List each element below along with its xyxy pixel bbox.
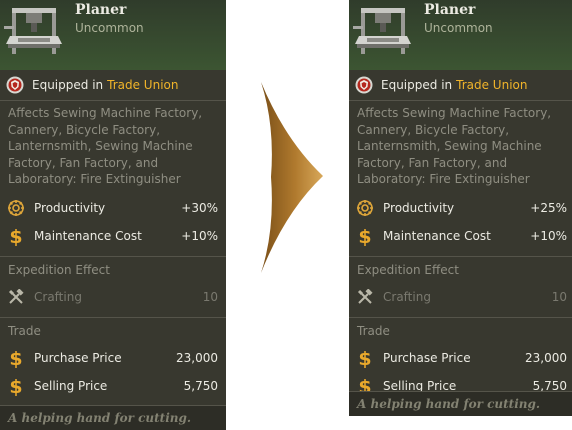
expedition-section-title: Expedition Effect	[0, 255, 226, 283]
trade-section-title: Trade	[349, 316, 572, 344]
stat-value: +30%	[181, 200, 218, 215]
svg-text:$: $	[358, 226, 371, 246]
stat-label: Productivity	[383, 200, 455, 215]
faction-shield-icon	[355, 76, 373, 94]
stat-row-crafting: Crafting 10	[349, 283, 572, 311]
trade-section-title: Trade	[0, 316, 226, 344]
stat-label: Maintenance Cost	[34, 228, 142, 243]
equipped-label: Equipped in	[32, 78, 104, 92]
stat-label: Crafting	[383, 289, 431, 304]
affects-description: Affects Sewing Machine Factory, Cannery,…	[357, 106, 552, 186]
stat-value: 10	[551, 289, 567, 304]
affects-description: Affects Sewing Machine Factory, Cannery,…	[8, 106, 203, 186]
stat-value: 23,000	[176, 350, 218, 365]
item-rarity: Uncommon	[424, 21, 493, 35]
stat-row-productivity: Productivity +25%	[349, 194, 572, 222]
flavor-text: A helping hand for cutting.	[349, 391, 572, 416]
flavor-text: A helping hand for cutting.	[0, 405, 226, 430]
equipped-row: Equipped in Trade Union	[0, 70, 226, 101]
stat-label: Purchase Price	[34, 350, 122, 365]
stat-value: 23,000	[525, 350, 567, 365]
dollar-icon: $	[6, 348, 26, 368]
stat-value: 10	[202, 289, 218, 304]
gear-icon	[355, 198, 375, 218]
stat-label: Maintenance Cost	[383, 228, 491, 243]
tooltip-header: Planer Uncommon	[349, 0, 572, 70]
crossed-tools-icon	[6, 287, 26, 307]
equipped-label: Equipped in	[381, 78, 453, 92]
stat-row-maintenance-cost: $ Maintenance Cost +10%	[349, 222, 572, 250]
stat-value: +10%	[181, 228, 218, 243]
equipped-row: Equipped in Trade Union	[349, 70, 572, 101]
planer-machine-icon	[353, 8, 411, 54]
dollar-icon: $	[355, 348, 375, 368]
stat-row-purchase-price: $ Purchase Price 23,000	[349, 344, 572, 372]
stat-label: Purchase Price	[383, 350, 471, 365]
equipped-faction-link[interactable]: Trade Union	[456, 78, 527, 92]
svg-text:$: $	[358, 348, 371, 368]
svg-text:$: $	[9, 226, 22, 246]
stat-row-productivity: Productivity +30%	[0, 194, 226, 222]
stat-row-selling-price: $ Selling Price 5,750	[0, 372, 226, 400]
faction-shield-icon	[6, 76, 24, 94]
stat-row-purchase-price: $ Purchase Price 23,000	[0, 344, 226, 372]
crossed-tools-icon	[355, 287, 375, 307]
stat-row-maintenance-cost: $ Maintenance Cost +10%	[0, 222, 226, 250]
item-name: Planer	[424, 2, 476, 18]
svg-text:$: $	[9, 348, 22, 368]
stat-label: Productivity	[34, 200, 106, 215]
stat-value: +10%	[530, 228, 567, 243]
planer-machine-icon	[4, 8, 62, 54]
expedition-section-title: Expedition Effect	[349, 255, 572, 283]
stat-value: 5,750	[183, 378, 218, 393]
stat-label: Crafting	[34, 289, 82, 304]
comparison-arrow-icon	[261, 82, 323, 273]
item-rarity: Uncommon	[75, 21, 144, 35]
dollar-icon: $	[6, 376, 26, 396]
equipped-faction-link[interactable]: Trade Union	[107, 78, 178, 92]
stat-row-crafting: Crafting 10	[0, 283, 226, 311]
stat-label: Selling Price	[34, 378, 108, 393]
dollar-icon: $	[355, 226, 375, 246]
tooltip-header: Planer Uncommon	[0, 0, 226, 70]
item-name: Planer	[75, 2, 127, 18]
stat-value: +25%	[530, 200, 567, 215]
gear-icon	[6, 198, 26, 218]
item-tooltip-before: Planer Uncommon Equipped in Trade Union …	[0, 0, 226, 430]
dollar-icon: $	[6, 226, 26, 246]
svg-text:$: $	[9, 376, 22, 396]
item-tooltip-after: Planer Uncommon Equipped in Trade Union …	[349, 0, 572, 416]
